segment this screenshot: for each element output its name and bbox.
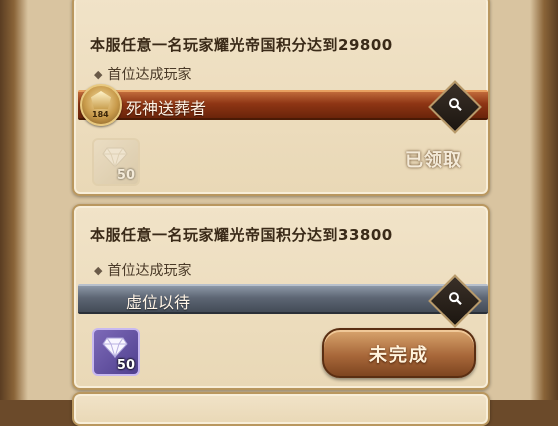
task-card-2: 本服任意一名玩家耀光帝国积分达到33800 ◆首位达成玩家 虚位以待 50 未 (72, 204, 490, 390)
task-title: 本服任意一名玩家耀光帝国积分达到33800 (90, 226, 393, 244)
task-subtitle: ◆ 首位达成玩家 (94, 260, 191, 280)
magnifier-icon (449, 98, 462, 111)
player-avatar[interactable]: 184 (80, 84, 122, 126)
avatar-level: 184 (92, 110, 109, 119)
panel-background: 本服任意一名玩家耀光帝国积分达到29800 ◆ 首位达成玩家 184 死神送葬者 (0, 0, 558, 426)
magnifier-icon (449, 292, 462, 305)
diamond-bullet-icon: ◆ (94, 68, 103, 81)
incomplete-button[interactable]: 未完成 (322, 328, 476, 378)
task-card-3 (72, 392, 490, 426)
reward-count: 50 (116, 168, 135, 183)
task-title: 本服任意一名玩家耀光帝国积分达到29800 (90, 36, 393, 54)
player-ribbon: 虚位以待 (78, 274, 488, 328)
reward-item[interactable]: 50 (92, 328, 140, 376)
player-name: 死神送葬者 (126, 99, 207, 118)
search-button[interactable] (428, 80, 482, 134)
diamond-bullet-icon: ◆ (94, 264, 103, 277)
search-button[interactable] (428, 274, 482, 328)
claimed-status: 已领取 (405, 150, 462, 171)
helmet-icon (91, 91, 111, 109)
incomplete-button-label: 未完成 (369, 345, 429, 366)
diamond-icon (102, 147, 128, 168)
diamond-icon (102, 337, 128, 358)
player-ribbon: 184 死神送葬者 (78, 80, 488, 134)
task-card-1: 本服任意一名玩家耀光帝国积分达到29800 ◆ 首位达成玩家 184 死神送葬者 (72, 0, 490, 196)
reward-count: 50 (116, 358, 135, 373)
subtitle-label: 首位达成玩家 (107, 67, 192, 83)
subtitle-label: 首位达成玩家 (107, 263, 192, 279)
player-name: 虚位以待 (126, 293, 191, 312)
task-subtitle: ◆ 首位达成玩家 (94, 64, 191, 84)
reward-item[interactable]: 50 (92, 138, 140, 186)
